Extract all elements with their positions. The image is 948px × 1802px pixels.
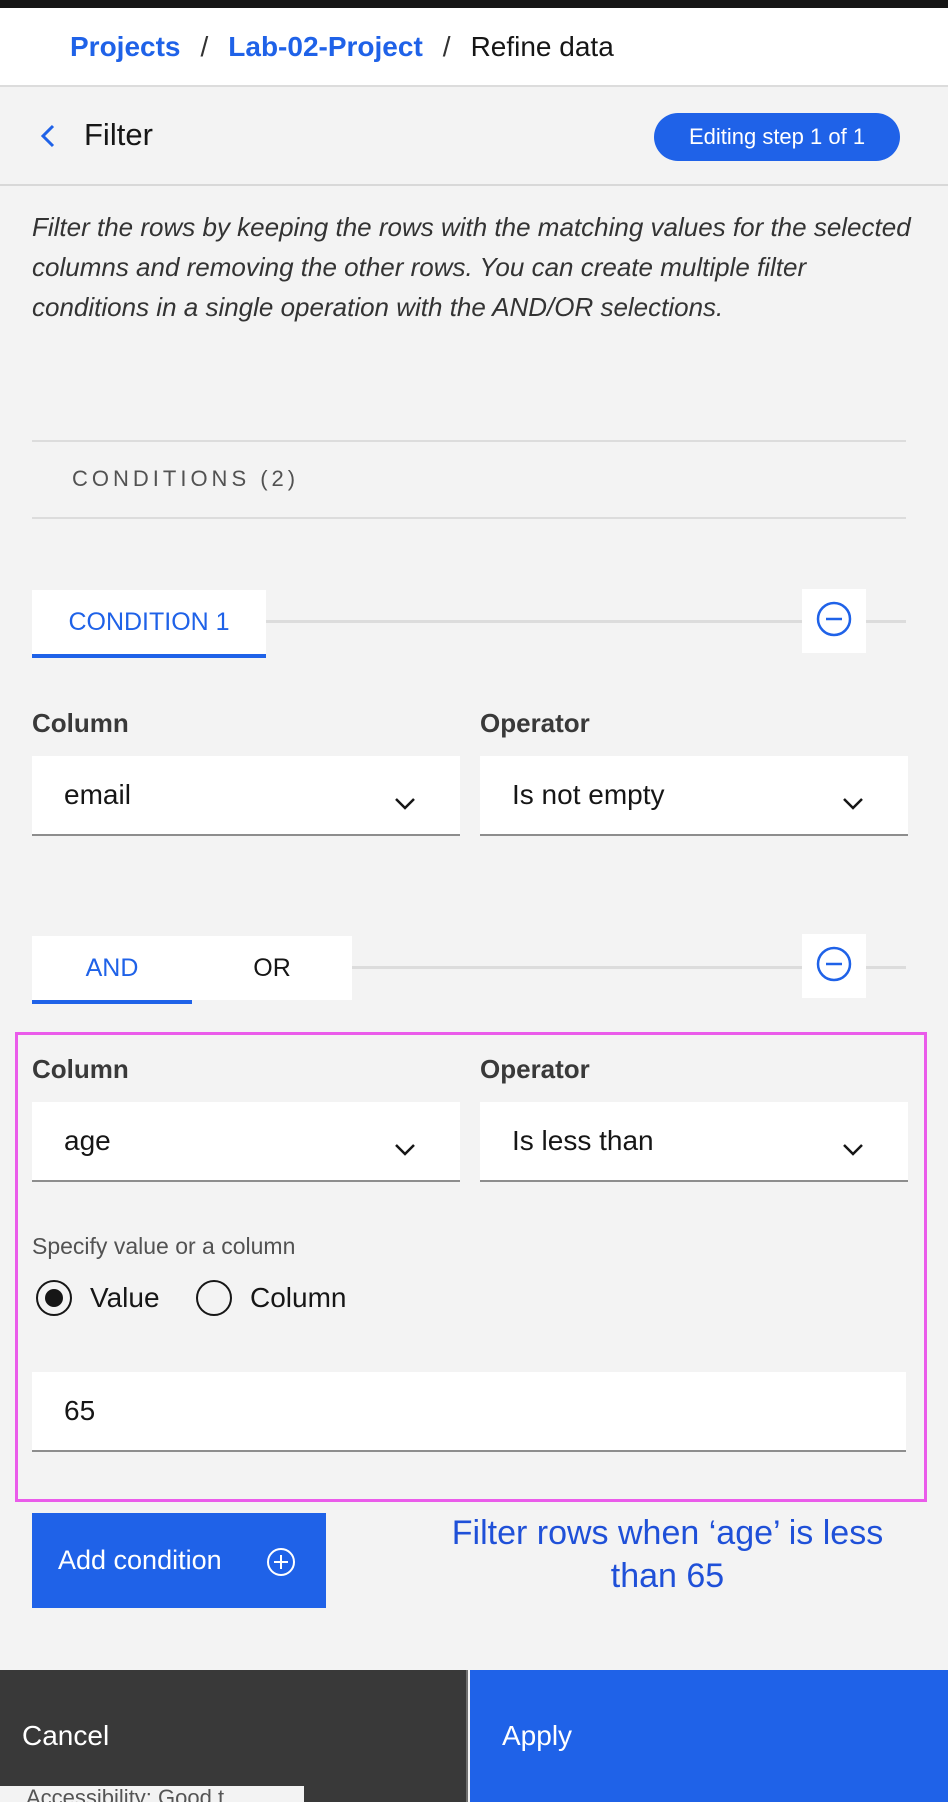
radio-column[interactable]: Column [196,1280,346,1316]
operator-select[interactable]: Is not empty [480,756,908,836]
top-bar [0,0,948,8]
column-label: Column [32,708,129,738]
value-input[interactable]: 65 [32,1372,906,1452]
remove-condition-button[interactable] [802,589,866,653]
radio-value-label: Value [90,1282,160,1313]
radio-value[interactable]: Value [36,1280,160,1316]
divider [32,517,906,519]
specify-value-label: Specify value or a column [32,1233,296,1259]
chevron-down-icon [394,1132,416,1156]
remove-condition-button[interactable] [802,934,866,998]
tab-or[interactable]: OR [192,936,352,1000]
breadcrumb-separator: / [442,30,451,62]
minus-circle-icon [816,601,852,642]
add-condition-label: Add condition [58,1545,222,1575]
tab-condition-1[interactable]: CONDITION 1 [32,590,266,658]
divider [32,440,906,442]
chevron-down-icon [842,786,864,810]
panel-header: Filter Editing step 1 of 1 [0,89,948,186]
breadcrumb-projects[interactable]: Projects [70,31,181,63]
plus-circle-icon [266,1547,296,1577]
apply-button[interactable]: Apply [470,1670,948,1802]
column-select-value: email [64,779,131,810]
add-condition-button[interactable]: Add condition [32,1513,326,1608]
radio-selected-icon [36,1280,72,1316]
cancel-button[interactable]: Cancel [0,1670,468,1802]
value-input-text: 65 [64,1395,96,1426]
breadcrumb-current: Refine data [470,30,614,62]
step-badge: Editing step 1 of 1 [654,113,900,161]
radio-unselected-icon [196,1280,232,1316]
column-select[interactable]: email [32,756,460,836]
minus-circle-icon [816,946,852,987]
filter-description: Filter the rows by keeping the rows with… [32,212,911,322]
operator-select-value: Is less than [512,1125,654,1156]
column-label: Column [32,1054,129,1084]
tab-and[interactable]: AND [32,936,192,1004]
operator-select[interactable]: Is less than [480,1102,908,1182]
annotation-text: Filter rows when ‘age’ is less than 65 [451,1514,884,1595]
chevron-down-icon [842,1132,864,1156]
chevron-down-icon [394,786,416,810]
column-select[interactable]: age [32,1102,460,1182]
radio-column-label: Column [250,1282,347,1313]
breadcrumb: Projects / Lab-02-Project / Refine data [0,8,948,87]
conditions-header: CONDITIONS (2) [72,466,300,491]
operator-select-value: Is not empty [512,779,665,810]
chevron-left-icon[interactable] [36,121,60,151]
page-title: Filter [84,117,153,152]
operator-label: Operator [480,708,590,738]
peek-text: Accessibility: Good t [0,1786,304,1802]
breadcrumb-separator: / [200,30,209,62]
column-select-value: age [64,1125,111,1156]
breadcrumb-lab-project[interactable]: Lab-02-Project [228,31,423,63]
operator-label: Operator [480,1054,590,1084]
